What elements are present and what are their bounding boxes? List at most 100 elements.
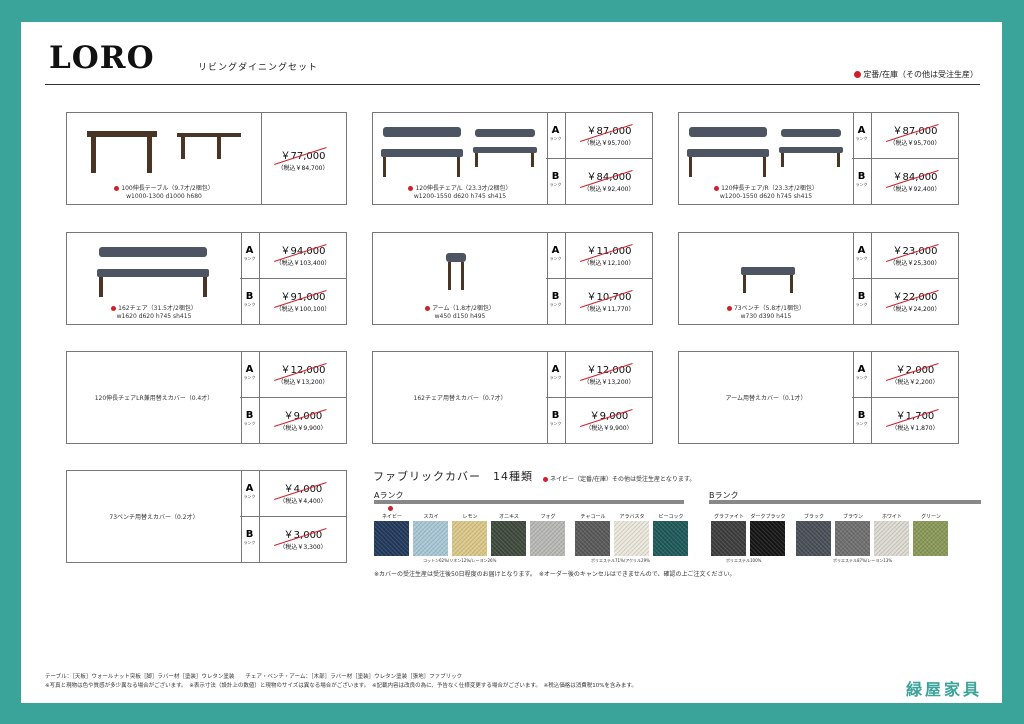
fabric-swatch[interactable] — [575, 521, 610, 556]
price-row-b: Bランク ￥22,000（税込￥24,200） — [852, 279, 958, 325]
product-card-162-chair: 162チェア（31.5才/2梱包） w1620 d620 h745 sh415 A… — [66, 232, 347, 325]
rank-cell: A ランク — [546, 352, 566, 397]
swatch-name: ネイビー — [381, 514, 402, 520]
material-footnote: テーブル：［天板］ウォールナット突板［脚］ラバー材［塗装］ウレタン塗装 チェア・… — [45, 674, 463, 680]
price-row-b: Bランク ￥1,700（税込￥1,870） — [852, 398, 958, 444]
price-block: Aランク ￥23,000（税込￥25,300） Bランク ￥22,000（税込￥24… — [852, 233, 958, 325]
rank-cell: A ランク — [852, 113, 872, 158]
swatch-name: アラバスタ — [619, 514, 645, 520]
stock-dot-icon — [854, 71, 862, 78]
price-row-b: Bランク ￥3,000（税込￥3,300） — [240, 517, 346, 563]
product-caption: 120伸長チェア/R（23.3才/2梱包） w1200-1550 d620 h74… — [679, 185, 853, 201]
product-card-bench: 73ベンチ（5.8才/1梱包）w730 d390 h415 Aランク ￥23,00… — [678, 232, 959, 325]
rank-cell: B ランク — [240, 398, 260, 444]
price-value: ￥91,000（税込￥100,100） — [275, 292, 331, 313]
stock-dot-icon — [111, 306, 117, 311]
price-row-b: Bランク ￥10,700（税込￥11,770） — [546, 279, 652, 325]
fabric-swatch[interactable] — [653, 521, 688, 556]
product-caption: 100伸長テーブル（9.7才/2梱包） w1000-1300 d1000 h680 — [67, 185, 261, 201]
rank-cell: B ランク — [240, 517, 260, 563]
price-row-a: Aランク ￥23,000（税込￥25,300） — [852, 233, 958, 279]
product-card-chair-r: 120伸長チェア/R（23.3才/2梱包） w1200-1550 d620 h74… — [678, 112, 959, 205]
fabric-note: ネイビー（定番/在庫）その他は受注生産となります。 — [543, 474, 695, 483]
cover-card-120: 120伸長チェアLR兼用替えカバー（0.4才） Aランク ￥12,000（税込￥1… — [66, 351, 347, 444]
rank-cell: A ランク — [240, 233, 260, 278]
chair-illustration — [687, 127, 843, 177]
price-block: ￥77,000 （税込￥84,700） — [260, 113, 346, 204]
page-subtitle: リビングダイニングセット — [198, 63, 319, 73]
brand-logo: LORO — [49, 40, 155, 76]
brand-mark: 緑屋家具 — [905, 680, 982, 699]
stock-dot-icon — [714, 186, 720, 191]
price-value: ￥3,000（税込￥3,300） — [279, 530, 327, 551]
rank-cell: A ランク — [546, 233, 566, 278]
stock-dot-icon — [726, 306, 732, 311]
rank-cell: B ランク — [852, 279, 872, 325]
price-value: ￥94,000（税込￥103,400） — [275, 246, 331, 267]
price-row-a: Aランク ￥87,000（税込￥95,700） — [852, 113, 958, 159]
price-value: ￥1,700（税込￥1,870） — [891, 411, 939, 432]
swatch-name: オニキス — [499, 514, 519, 520]
rank-cell: B ランク — [546, 279, 566, 325]
rank-cell: A ランク — [852, 233, 872, 278]
stock-dot-icon — [408, 186, 414, 191]
price-value: ￥9,000（税込￥9,900） — [279, 411, 327, 432]
product-card-table: 100伸長テーブル（9.7才/2梱包） w1000-1300 d1000 h680… — [66, 112, 347, 205]
fabric-swatch[interactable] — [874, 521, 909, 556]
order-note: ※カバーの受注生産は受注後50日程度のお届けとなります。 ※オーダー後のキャンセ… — [374, 571, 736, 578]
table-illustration — [87, 131, 241, 173]
rank-cell: B ランク — [546, 159, 566, 205]
price-value: ￥11,000（税込￥12,100） — [583, 246, 635, 267]
fabric-swatch[interactable] — [374, 521, 409, 556]
swatch-name: ホワイト — [881, 514, 902, 520]
fabric-swatch[interactable] — [711, 521, 746, 556]
fabric-swatch[interactable] — [913, 521, 948, 556]
fabric-title: ファブリックカバー 14種類 — [373, 470, 533, 483]
price-value: ￥12,000（税込￥13,200） — [277, 365, 329, 386]
swatch-name: グラファイト — [713, 514, 744, 520]
fabric-swatch[interactable] — [491, 521, 526, 556]
fabric-swatch[interactable] — [796, 521, 831, 556]
cover-label: 120伸長チェアLR兼用替えカバー（0.4才） — [67, 352, 242, 443]
composition-poly-acryl: ポリエステル71%/アクリル29% — [591, 558, 650, 563]
price-value: ￥22,000（税込￥24,200） — [889, 292, 941, 313]
rank-cell: A ランク — [546, 113, 566, 158]
product-card-arm: アーム（1.8才/2梱包）w450 d150 h495 Aランク ￥11,000（… — [372, 232, 653, 325]
price-block: Aランク ￥4,000（税込￥4,400） Bランク ￥3,000（税込￥3,300… — [240, 471, 346, 563]
rank-cell: B ランク — [240, 279, 260, 325]
price-value: ￥87,000（税込￥95,700） — [583, 126, 635, 147]
cover-label: 162チェア用替えカバー（0.7才） — [373, 352, 548, 443]
product-image: 100伸長テーブル（9.7才/2梱包） w1000-1300 d1000 h680 — [67, 113, 262, 204]
price-value: ￥84,000（税込￥92,400） — [889, 172, 941, 193]
price-single: ￥77,000 （税込￥84,700） — [277, 151, 329, 172]
price-row-a: Aランク ￥12,000（税込￥13,200） — [546, 352, 652, 398]
price-block: Aランク ￥87,000（税込￥95,700） Bランク ￥84,000（税込￥92… — [546, 113, 652, 205]
product-caption: 162チェア（31.5才/2梱包） w1620 d620 h745 sh415 — [67, 305, 241, 321]
fabric-swatch[interactable] — [750, 521, 785, 556]
swatch-name: チャコール — [580, 514, 606, 520]
swatch-name: ブラック — [803, 514, 824, 520]
fabric-swatch[interactable] — [835, 521, 870, 556]
composition-poly: ポリエステル100% — [726, 558, 762, 563]
price-block: Aランク ￥11,000（税込￥12,100） Bランク ￥10,700（税込￥11… — [546, 233, 652, 325]
cover-card-162: 162チェア用替えカバー（0.7才） Aランク ￥12,000（税込￥13,200… — [372, 351, 653, 444]
header-divider — [45, 84, 980, 85]
fabric-swatch[interactable] — [530, 521, 565, 556]
fabric-swatch[interactable] — [413, 521, 448, 556]
swatch-name: フォグ — [540, 514, 556, 520]
price-block: Aランク ￥87,000（税込￥95,700） Bランク ￥84,000（税込￥92… — [852, 113, 958, 205]
price-value: ￥10,700（税込￥11,770） — [583, 292, 635, 313]
bench-illustration — [741, 267, 795, 293]
fabric-swatch[interactable] — [614, 521, 649, 556]
product-image: アーム（1.8才/2梱包） w450 d150 h495 — [373, 233, 548, 324]
rank-b-bar — [709, 500, 981, 504]
price-value: ￥12,000（税込￥13,200） — [583, 365, 635, 386]
price-row-a: Aランク ￥2,000（税込￥2,200） — [852, 352, 958, 398]
cover-label: 73ベンチ用替えカバー（0.2才） — [67, 471, 242, 562]
swatch-name: ブラウン — [842, 514, 863, 520]
price-row-a: Aランク ￥12,000（税込￥13,200） — [240, 352, 346, 398]
rank-cell: B ランク — [852, 159, 872, 205]
fabric-swatch[interactable] — [452, 521, 487, 556]
stock-dot-icon — [543, 477, 548, 482]
price-block: Aランク ￥2,000（税込￥2,200） Bランク ￥1,700（税込￥1,870… — [852, 352, 958, 444]
